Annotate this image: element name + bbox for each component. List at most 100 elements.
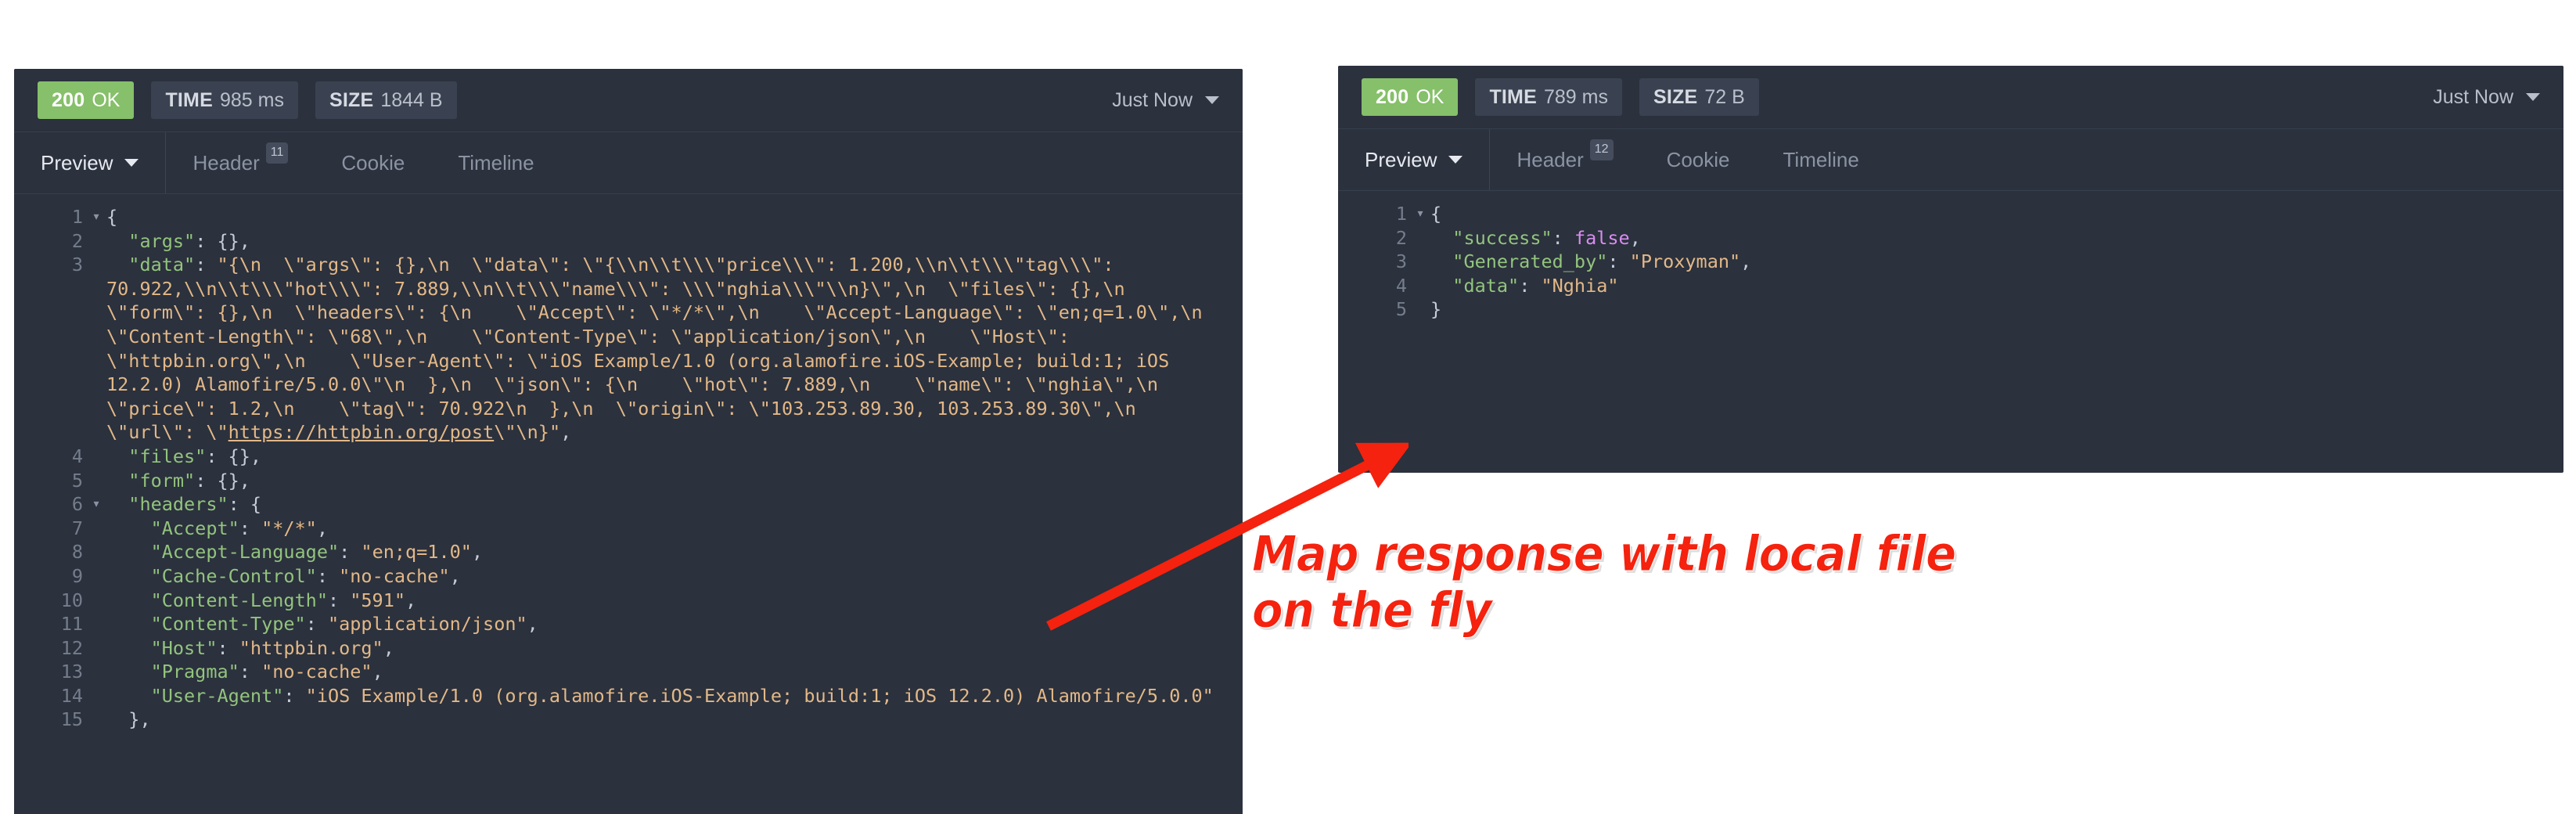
tab-cookie[interactable]: Cookie xyxy=(1640,129,1757,190)
size-label: SIZE xyxy=(1653,85,1698,108)
code-token: : xyxy=(239,517,262,539)
status-code-chip[interactable]: 200 OK xyxy=(1362,78,1459,116)
code-line: 11 "Content-Type": "application/json", xyxy=(14,612,1243,636)
tab-count-badge: 12 xyxy=(1589,139,1614,160)
right-response-panel: 200 OK TIME 789 ms SIZE 72 B Just Now Pr… xyxy=(1338,66,2563,473)
time-range-dropdown[interactable]: Just Now xyxy=(2433,86,2540,109)
code-token: : xyxy=(239,661,262,683)
code-token: , xyxy=(527,613,538,636)
size-label: SIZE xyxy=(329,88,374,111)
code-token: "Pragma" xyxy=(150,661,239,683)
code-line-text: "args": {}, xyxy=(106,229,1243,254)
code-line-text: } xyxy=(1430,297,2563,322)
code-token: "Proxyman" xyxy=(1629,250,1741,273)
tab-header[interactable]: Header 11 xyxy=(166,132,315,193)
code-token: "Content-Length" xyxy=(150,589,328,611)
line-number: 4 xyxy=(1395,274,1407,297)
code-token: "Content-Type" xyxy=(150,613,306,636)
fold-toggle-icon[interactable]: ▾ xyxy=(86,492,106,517)
code-token: "form" xyxy=(128,469,196,492)
tab-label: Timeline xyxy=(1783,147,1859,171)
tab-preview[interactable]: Preview xyxy=(14,132,167,193)
code-line: 5 "form": {}, xyxy=(14,469,1243,493)
code-line-text: "Cache-Control": "no-cache", xyxy=(106,564,1243,589)
code-line-text: "files": {}, xyxy=(106,445,1243,469)
code-token: "application/json" xyxy=(327,613,527,636)
status-code-chip[interactable]: 200 OK xyxy=(38,81,135,119)
line-number: 14 xyxy=(60,684,83,707)
tab-preview[interactable]: Preview xyxy=(1338,129,1491,190)
chevron-down-icon xyxy=(1205,96,1219,104)
chevron-down-icon xyxy=(1448,156,1463,164)
fold-toggle-icon[interactable]: ▾ xyxy=(86,205,106,229)
code-line-text: }, xyxy=(106,708,1243,732)
code-line: 8 "Accept-Language": "en;q=1.0", xyxy=(14,540,1243,564)
line-number: 15 xyxy=(60,708,83,731)
code-token: "success" xyxy=(1452,226,1552,249)
right-status-bar: 200 OK TIME 789 ms SIZE 72 B Just Now xyxy=(1338,66,2563,128)
code-line: 7 "Accept": "*/*", xyxy=(14,517,1243,541)
left-tab-bar: Preview Header 11 Cookie Timeline xyxy=(14,131,1243,194)
code-token: : xyxy=(327,589,351,611)
code-token: "httpbin.org" xyxy=(239,636,383,659)
left-status-bar: 200 OK TIME 985 ms SIZE 1844 B Just Now xyxy=(14,69,1243,131)
tab-timeline[interactable]: Timeline xyxy=(1757,129,1886,190)
code-token: "Accept" xyxy=(150,517,239,539)
tab-count-badge: 11 xyxy=(265,142,289,164)
line-number: 9 xyxy=(71,564,83,587)
time-range-dropdown[interactable]: Just Now xyxy=(1112,89,1219,112)
code-token: { xyxy=(106,206,118,228)
code-token: : xyxy=(217,636,239,659)
status-code-text: OK xyxy=(92,88,121,111)
code-token: , xyxy=(1740,250,1752,273)
size-chip[interactable]: SIZE 1844 B xyxy=(315,81,457,119)
code-token: "iOS Example/1.0 (org.alamofire.iOS-Exam… xyxy=(305,684,1214,707)
left-code-viewer[interactable]: 1 ▾{2 "args": {}, 3 "data": "{\n \"args\":… xyxy=(14,194,1243,740)
tab-timeline[interactable]: Timeline xyxy=(431,132,560,193)
chevron-down-icon xyxy=(124,159,139,167)
time-value: 789 ms xyxy=(1543,85,1608,108)
code-line: 13 "Pragma": "no-cache", xyxy=(14,660,1243,684)
code-line-text: "Content-Length": "591", xyxy=(106,589,1243,613)
left-response-panel: 200 OK TIME 985 ms SIZE 1844 B Just Now … xyxy=(14,69,1243,814)
tab-label: Header xyxy=(192,150,260,175)
code-token: : {}, xyxy=(195,229,250,252)
code-token: : xyxy=(339,541,362,564)
code-line-text: "data": "{\n \"args\": {},\n \"data\": \… xyxy=(106,253,1243,445)
status-code-value: 200 xyxy=(1376,85,1409,108)
line-number: 7 xyxy=(71,517,83,539)
code-line-text: "success": false, xyxy=(1430,226,2563,250)
time-chip[interactable]: TIME 985 ms xyxy=(151,81,298,119)
status-code-value: 200 xyxy=(52,88,85,111)
code-line-text: "headers": { xyxy=(106,492,1243,517)
line-number: 5 xyxy=(71,469,83,492)
code-token: , xyxy=(560,421,572,444)
code-token: "{\n \"args\": {},\n \"data\": \"{\\n\\t… xyxy=(106,254,1243,444)
tab-cookie[interactable]: Cookie xyxy=(315,132,431,193)
code-token: "591" xyxy=(350,589,406,611)
line-number: 12 xyxy=(60,636,83,659)
code-line-text: "Generated_by": "Proxyman", xyxy=(1430,250,2563,274)
time-chip[interactable]: TIME 789 ms xyxy=(1475,78,1622,116)
right-code-viewer[interactable]: 1 ▾{2 "success": false, 3 "Generated_by": … xyxy=(1338,191,2563,330)
status-code-text: OK xyxy=(1416,85,1445,108)
code-url-link[interactable]: https://httpbin.org/post xyxy=(228,421,495,443)
code-token: , xyxy=(383,636,394,659)
code-token: "Cache-Control" xyxy=(150,564,317,587)
line-number: 10 xyxy=(60,589,83,611)
tab-header[interactable]: Header 12 xyxy=(1490,129,1639,190)
size-chip[interactable]: SIZE 72 B xyxy=(1639,78,1759,116)
fold-toggle-icon[interactable]: ▾ xyxy=(1410,202,1430,226)
code-line: 5} xyxy=(1338,297,2563,322)
code-token: "data" xyxy=(128,254,196,276)
time-label: TIME xyxy=(165,88,213,111)
line-number: 2 xyxy=(1395,226,1407,249)
code-line: 4 "files": {}, xyxy=(14,445,1243,469)
code-token: , xyxy=(471,541,484,564)
